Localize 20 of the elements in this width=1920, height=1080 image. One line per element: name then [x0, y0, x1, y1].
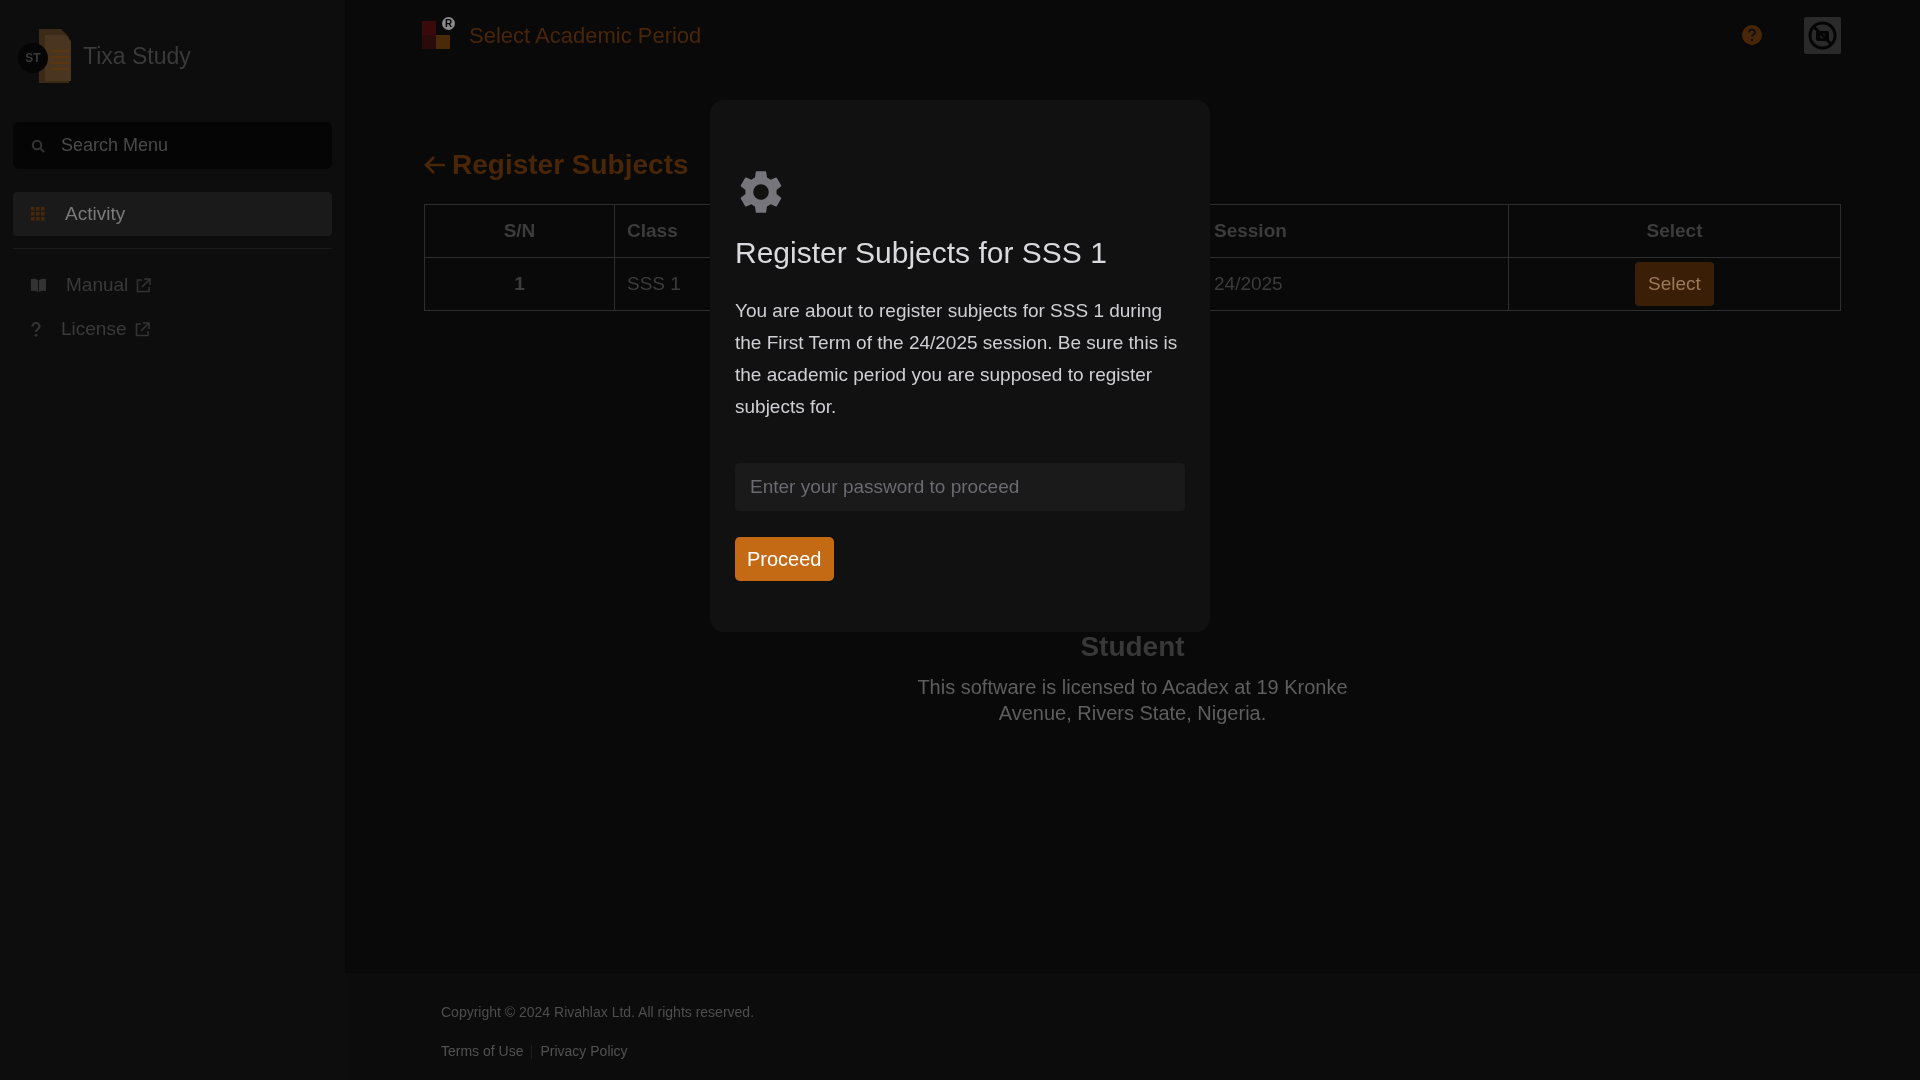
license-text: This software is licensed to Acadex at 19 Kronke Avenue, Rivers State, Nigeria.: [916, 675, 1349, 726]
search-field[interactable]: Search Menu: [13, 122, 332, 169]
section-title: Register Subjects: [452, 148, 689, 182]
back-arrow-icon: [424, 155, 446, 175]
question-icon: [31, 321, 41, 337]
grid-icon: [31, 207, 45, 221]
blocks-drawing: [422, 19, 450, 49]
help-icon: [1742, 25, 1762, 45]
badge-letter: R: [442, 17, 455, 30]
page-heading: Select Academic Period: [469, 21, 702, 50]
proceed-button[interactable]: Proceed: [735, 537, 834, 581]
copyright-text: Copyright © 2024 Rivahlax Ltd. All rights reserved.: [441, 1003, 756, 1022]
book-icon: [31, 278, 46, 292]
password-field[interactable]: Enter your password to proceed: [735, 463, 1185, 511]
no-camera-icon: [1808, 20, 1837, 50]
menu-item[interactable]: Activity: [13, 192, 332, 236]
footer-link[interactable]: Privacy Policy: [540, 1041, 628, 1062]
footer-link[interactable]: Terms of Use: [441, 1041, 524, 1062]
select-button[interactable]: Select: [1635, 261, 1714, 307]
avatar[interactable]: [1804, 16, 1841, 54]
